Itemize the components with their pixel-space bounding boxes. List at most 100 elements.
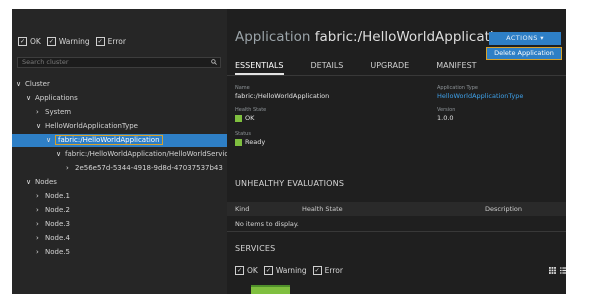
column-description[interactable]: Description: [485, 205, 522, 213]
chevron-right-icon[interactable]: ›: [36, 106, 45, 119]
tree-item-partition[interactable]: › 2e56e57d-5344-4918-9d8d-47037537b43: [66, 162, 223, 175]
chevron-down-icon[interactable]: ∨: [26, 92, 35, 105]
filter-warning-label: Warning: [58, 37, 90, 46]
checkbox-error[interactable]: ✓: [312, 266, 322, 275]
column-kind[interactable]: Kind: [235, 205, 249, 213]
chevron-down-icon[interactable]: ∨: [36, 120, 45, 133]
filter-ok-label: OK: [247, 266, 258, 275]
chevron-right-icon[interactable]: ›: [36, 190, 45, 203]
page-title-kind: Application: [235, 29, 311, 45]
essentials-type: Application Type HelloWorldApplicationTy…: [437, 85, 523, 100]
chevron-right-icon[interactable]: ›: [66, 162, 75, 175]
tab-manifest[interactable]: MANIFEST: [436, 61, 476, 75]
list-view-icon[interactable]: [560, 267, 566, 274]
chevron-down-icon[interactable]: ∨: [26, 176, 35, 189]
empty-message: No items to display.: [235, 220, 299, 228]
unhealthy-table-header: Kind Health State Description: [227, 202, 566, 216]
tree-item-label: 2e56e57d-5344-4918-9d8d-47037537b43: [75, 164, 223, 172]
details-panel: Application fabric:/HelloWorldApplicatio…: [227, 9, 566, 294]
tab-upgrade[interactable]: UPGRADE: [370, 61, 409, 75]
health-filters: ✓ OK ✓ Warning ✓ Error: [18, 37, 126, 46]
filter-ok[interactable]: ✓ OK: [18, 37, 41, 46]
column-health-state[interactable]: Health State: [302, 205, 343, 213]
status-value: Ready: [245, 138, 266, 146]
filter-ok-label: OK: [30, 37, 41, 46]
field-label: Version: [437, 107, 456, 113]
tree-item-application-type[interactable]: ∨ HelloWorldApplicationType: [36, 120, 138, 133]
services-health-filters: ✓ OK ✓ Warning ✓ Error: [235, 266, 343, 275]
essentials-health: Health State OK: [235, 107, 266, 122]
actions-button[interactable]: ACTIONS ▾: [489, 32, 561, 45]
filter-error-label: Error: [107, 37, 126, 46]
tree-item-label: fabric:/HelloWorldApplication/HelloWorld…: [65, 150, 233, 158]
field-label: Application Type: [437, 85, 479, 91]
grid-view-icon[interactable]: [549, 267, 556, 274]
services-filter-error[interactable]: ✓ Error: [312, 266, 343, 275]
tree-item-service[interactable]: ∨ fabric:/HelloWorldApplication/HelloWorl…: [56, 148, 233, 161]
tree-item-label: System: [45, 108, 72, 116]
checkbox-error[interactable]: ✓: [95, 37, 105, 46]
search-placeholder: Search cluster: [22, 58, 69, 66]
tree-item-label: Node.5: [45, 248, 70, 256]
filter-error[interactable]: ✓ Error: [95, 37, 126, 46]
tree-item-label: Nodes: [35, 178, 57, 186]
service-tile[interactable]: [251, 285, 290, 294]
chevron-right-icon[interactable]: ›: [36, 232, 45, 245]
tree-item-system[interactable]: › System: [36, 106, 71, 119]
tree-item-node[interactable]: › Node.1: [36, 190, 70, 203]
essentials-name: Name fabric:/HelloWorldApplication: [235, 85, 329, 100]
chevron-right-icon[interactable]: ›: [36, 204, 45, 217]
chevron-right-icon[interactable]: ›: [36, 246, 45, 259]
field-value: fabric:/HelloWorldApplication: [235, 92, 330, 100]
chevron-down-icon[interactable]: ∨: [16, 78, 25, 91]
tree-item-label: Node.2: [45, 206, 70, 214]
search-input[interactable]: Search cluster: [17, 57, 221, 68]
field-label: Status: [235, 131, 251, 137]
page-title-name: fabric:/HelloWorldApplication: [314, 29, 511, 45]
tree-item-node[interactable]: › Node.4: [36, 232, 70, 245]
tree-item-cluster[interactable]: ∨ Cluster: [16, 78, 50, 91]
tab-bar: ESSENTIALS DETAILS UPGRADE MANIFEST: [235, 61, 504, 75]
delete-application-menu-item[interactable]: Delete Application: [486, 47, 562, 60]
ready-status-icon: [235, 138, 242, 146]
checkbox-ok[interactable]: ✓: [18, 37, 27, 46]
tree-item-nodes[interactable]: ∨ Nodes: [26, 176, 57, 189]
page-title: Application fabric:/HelloWorldApplicatio…: [235, 29, 510, 45]
checkbox-warning[interactable]: ✓: [263, 266, 273, 275]
field-label: Name: [235, 85, 250, 91]
left-tree-panel: ✓ OK ✓ Warning ✓ Error Search cluster ∨ C…: [12, 9, 233, 294]
services-title: SERVICES: [235, 244, 276, 253]
ok-status-icon: [235, 114, 242, 122]
tree-item-label: Cluster: [25, 80, 50, 88]
tree-item-node[interactable]: › Node.2: [36, 204, 70, 217]
essentials-status: Status Ready: [235, 131, 265, 146]
tab-essentials[interactable]: ESSENTIALS: [235, 61, 284, 75]
service-fabric-explorer: ✓ OK ✓ Warning ✓ Error Search cluster ∨ C…: [12, 9, 566, 294]
tree-item-applications[interactable]: ∨ Applications: [26, 92, 78, 105]
unhealthy-evaluations-title: UNHEALTHY EVALUATIONS: [235, 179, 345, 188]
services-filter-ok[interactable]: ✓ OK: [235, 266, 258, 275]
application-type-link[interactable]: HelloWorldApplicationType: [437, 92, 523, 100]
checkbox-ok[interactable]: ✓: [235, 266, 244, 275]
chevron-down-icon[interactable]: ∨: [46, 134, 55, 147]
field-label: Health State: [235, 107, 267, 113]
tree-item-label: HelloWorldApplicationType: [45, 122, 138, 130]
tree-item-node[interactable]: › Node.5: [36, 246, 70, 259]
tree-item-label: Node.4: [45, 234, 70, 242]
chevron-down-icon[interactable]: ∨: [56, 148, 65, 161]
field-value: Ready: [235, 138, 265, 146]
tree-item-node[interactable]: › Node.3: [36, 218, 70, 231]
filter-error-label: Error: [324, 266, 343, 275]
services-filter-warning[interactable]: ✓ Warning: [263, 266, 307, 275]
filter-warning[interactable]: ✓ Warning: [46, 37, 90, 46]
tree-item-label: fabric:/HelloWorldApplication: [55, 135, 163, 145]
tree-item-label: Applications: [35, 94, 78, 102]
tree-item-label: Node.1: [45, 192, 70, 200]
tab-details[interactable]: DETAILS: [311, 61, 344, 75]
checkbox-warning[interactable]: ✓: [46, 37, 56, 46]
table-empty-row: No items to display.: [227, 217, 566, 232]
tree-item-application-selected[interactable]: ∨ fabric:/HelloWorldApplication: [12, 134, 227, 147]
chevron-right-icon[interactable]: ›: [36, 218, 45, 231]
essentials-version: Version 1.0.0: [437, 107, 455, 122]
search-icon[interactable]: [211, 59, 217, 65]
